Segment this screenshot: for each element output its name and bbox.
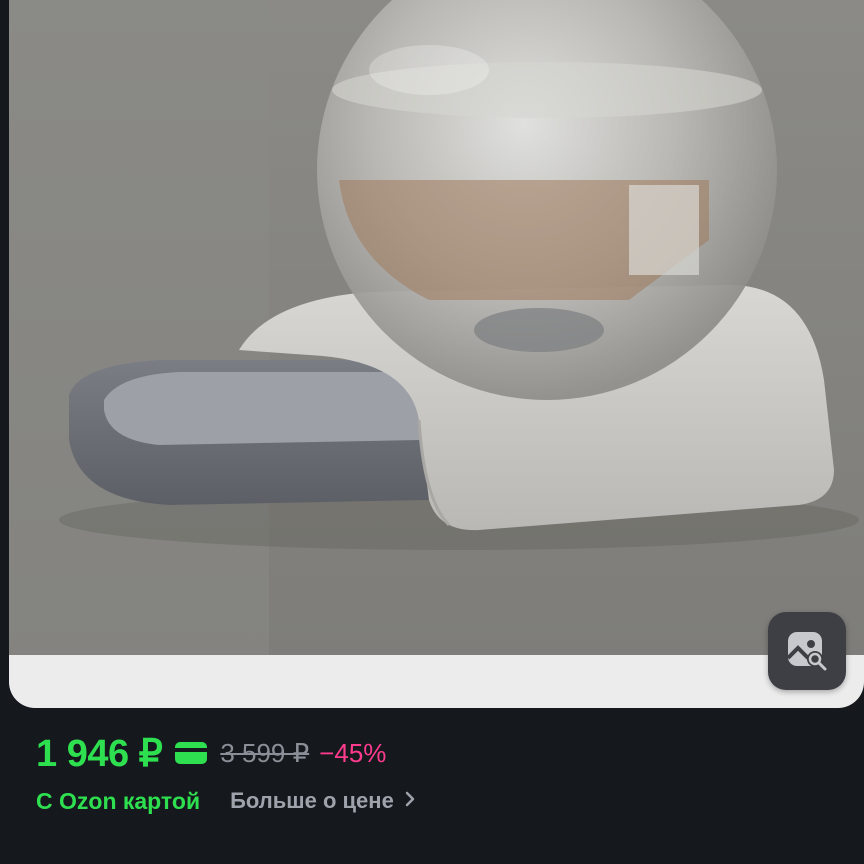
- ozon-card-price-label: С Ozon картой: [36, 787, 201, 814]
- current-price: 1 946 ₽: [36, 732, 163, 775]
- price-details-row: С Ozon картой Больше о цене: [36, 784, 416, 818]
- visual-search-button[interactable]: [768, 612, 846, 690]
- more-about-price-label: Больше о цене: [230, 788, 394, 813]
- image-search-icon: [786, 632, 827, 671]
- chevron-right-icon: [404, 788, 416, 814]
- product-image-card[interactable]: [9, 0, 864, 708]
- price-row: 1 946 ₽ 3 599 ₽ −45%: [36, 730, 386, 776]
- bank-card-icon: [174, 740, 208, 766]
- discount-badge: −45%: [319, 737, 387, 768]
- product-screen: 1 946 ₽ 3 599 ₽ −45% С Ozon картой Больш…: [0, 0, 864, 864]
- more-about-price-link[interactable]: Больше о цене: [230, 788, 416, 814]
- old-price: 3 599 ₽: [220, 737, 310, 768]
- product-photo[interactable]: [9, 0, 864, 655]
- pet-water-dispenser-illustration: [9, 0, 864, 655]
